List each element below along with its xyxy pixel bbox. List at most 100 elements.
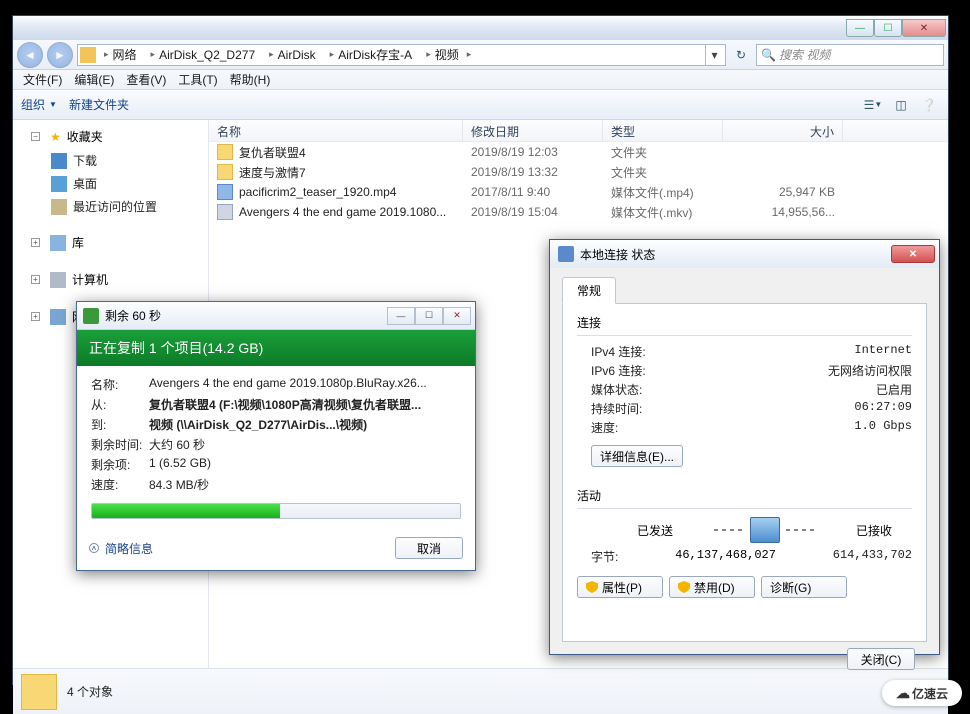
- menu-tools[interactable]: 工具(T): [172, 69, 223, 90]
- search-icon: 🔍: [761, 48, 775, 62]
- dialog-titlebar[interactable]: 本地连接 状态 ✕: [550, 240, 939, 268]
- network-status-dialog: 本地连接 状态 ✕ 常规 连接 IPv4 连接:InternetIPv6 连接:…: [549, 239, 940, 655]
- file-row[interactable]: Avengers 4 the end game 2019.1080...2019…: [209, 202, 948, 222]
- dialog-titlebar[interactable]: 剩余 60 秒 — ☐ ✕: [77, 302, 475, 330]
- properties-button[interactable]: 属性(P): [577, 576, 663, 598]
- close-dialog-button[interactable]: 关闭(C): [847, 648, 915, 670]
- conn-value: 06:27:09: [854, 400, 912, 417]
- menu-help[interactable]: 帮助(H): [224, 69, 277, 90]
- file-size: [723, 170, 843, 174]
- mp4-icon: [217, 184, 233, 200]
- organize-button[interactable]: 组织 ▼: [21, 96, 57, 113]
- minimize-button[interactable]: —: [846, 19, 874, 37]
- diagnose-button[interactable]: 诊断(G): [761, 576, 847, 598]
- sidebar-libraries[interactable]: +库: [13, 230, 208, 255]
- shield-icon: [678, 581, 690, 593]
- mkv-icon: [217, 204, 233, 220]
- maximize-button[interactable]: ☐: [874, 19, 902, 37]
- download-icon: [51, 153, 67, 169]
- expand-icon[interactable]: +: [31, 275, 40, 284]
- breadcrumb-item[interactable]: ▸AirDisk_Q2_D277: [145, 46, 262, 64]
- breadcrumb-item[interactable]: ▸AirDisk: [263, 46, 322, 64]
- sent-label: 已发送: [577, 522, 673, 539]
- file-row[interactable]: pacificrim2_teaser_1920.mp42017/8/11 9:4…: [209, 182, 948, 202]
- star-icon: ★: [50, 130, 61, 144]
- bytes-sent: 46,137,468,027: [618, 548, 832, 565]
- conn-key: 速度:: [577, 419, 618, 436]
- label-remain: 剩余时间:: [91, 436, 149, 453]
- preview-pane-button[interactable]: ◫: [890, 94, 912, 116]
- watermark: ☁亿速云: [882, 680, 962, 706]
- file-size: [723, 150, 843, 154]
- file-name: pacificrim2_teaser_1920.mp4: [239, 185, 396, 199]
- menu-file[interactable]: 文件(F): [17, 69, 68, 90]
- nav-forward-button[interactable]: ►: [47, 42, 73, 68]
- file-row[interactable]: 复仇者联盟42019/8/19 12:03文件夹: [209, 142, 948, 162]
- cancel-button[interactable]: 取消: [395, 537, 463, 559]
- network-icon: [558, 246, 574, 262]
- new-folder-button[interactable]: 新建文件夹: [69, 96, 129, 113]
- copy-from: 复仇者联盟4 (F:\视频\1080P高清视频\复仇者联盟...: [149, 396, 461, 413]
- breadcrumb-dropdown[interactable]: ▾: [705, 45, 723, 65]
- bytes-label: 字节:: [577, 548, 618, 565]
- menu-edit[interactable]: 编辑(E): [68, 69, 120, 90]
- tab-general[interactable]: 常规: [562, 277, 616, 304]
- file-name: 速度与激情7: [239, 164, 306, 181]
- window-titlebar[interactable]: — ☐ ✕: [13, 16, 948, 40]
- sidebar-item-downloads[interactable]: 下载: [13, 149, 208, 172]
- nav-back-button[interactable]: ◄: [17, 42, 43, 68]
- chevron-up-icon: ˄: [89, 543, 99, 553]
- conn-value: Internet: [854, 343, 912, 360]
- sidebar-favorites[interactable]: −★收藏夹: [13, 124, 208, 149]
- folder-icon: [217, 164, 233, 180]
- column-name[interactable]: 名称: [209, 120, 463, 141]
- label-speed: 速度:: [91, 476, 149, 493]
- file-row[interactable]: 速度与激情72019/8/19 13:32文件夹: [209, 162, 948, 182]
- file-type: 文件夹: [603, 162, 723, 183]
- breadcrumb-item[interactable]: ▸网络: [98, 44, 143, 65]
- conn-key: IPv4 连接:: [577, 343, 646, 360]
- conn-value: 已启用: [876, 381, 912, 398]
- help-button[interactable]: ❔: [918, 94, 940, 116]
- shield-icon: [586, 581, 598, 593]
- conn-key: 媒体状态:: [577, 381, 642, 398]
- progress-fill: [92, 504, 280, 518]
- breadcrumb[interactable]: ▸网络 ▸AirDisk_Q2_D277 ▸AirDisk ▸AirDisk存宝…: [77, 44, 726, 66]
- menu-view[interactable]: 查看(V): [120, 69, 172, 90]
- column-date[interactable]: 修改日期: [463, 120, 603, 141]
- expand-icon[interactable]: +: [31, 312, 40, 321]
- breadcrumb-item[interactable]: ▸AirDisk存宝-A: [324, 44, 419, 65]
- sidebar-item-recent[interactable]: 最近访问的位置: [13, 195, 208, 218]
- disable-button[interactable]: 禁用(D): [669, 576, 755, 598]
- progress-bar: [91, 503, 461, 519]
- copy-icon: [83, 308, 99, 324]
- breadcrumb-item[interactable]: ▸视频▸: [420, 44, 477, 65]
- copy-banner: 正在复制 1 个项目(14.2 GB): [77, 330, 475, 366]
- column-size[interactable]: 大小: [723, 120, 843, 141]
- file-type: 媒体文件(.mkv): [603, 202, 723, 223]
- conn-value: 1.0 Gbps: [854, 419, 912, 436]
- file-date: 2019/8/19 12:03: [463, 143, 603, 161]
- close-button[interactable]: ✕: [902, 19, 946, 37]
- recent-icon: [51, 199, 67, 215]
- sidebar-item-desktop[interactable]: 桌面: [13, 172, 208, 195]
- refresh-button[interactable]: ↻: [730, 44, 752, 66]
- close-button[interactable]: ✕: [443, 307, 471, 325]
- details-button[interactable]: 详细信息(E)...: [591, 445, 683, 467]
- expand-icon[interactable]: +: [31, 238, 40, 247]
- sidebar-computer[interactable]: +计算机: [13, 267, 208, 292]
- column-type[interactable]: 类型: [603, 120, 723, 141]
- search-placeholder: 搜索 视频: [779, 46, 830, 63]
- collapse-icon[interactable]: −: [31, 132, 40, 141]
- label-from: 从:: [91, 396, 149, 413]
- minimize-button[interactable]: —: [387, 307, 415, 325]
- maximize-button[interactable]: ☐: [415, 307, 443, 325]
- location-icon: [80, 47, 96, 63]
- fewer-details-link[interactable]: ˄简略信息: [89, 540, 153, 557]
- recv-label: 已接收: [856, 522, 912, 539]
- copy-items: 1 (6.52 GB): [149, 456, 461, 473]
- close-button[interactable]: ✕: [891, 245, 935, 263]
- menubar: 文件(F) 编辑(E) 查看(V) 工具(T) 帮助(H): [13, 70, 948, 90]
- view-options-button[interactable]: ☰ ▼: [862, 94, 884, 116]
- search-input[interactable]: 🔍 搜索 视频: [756, 44, 944, 66]
